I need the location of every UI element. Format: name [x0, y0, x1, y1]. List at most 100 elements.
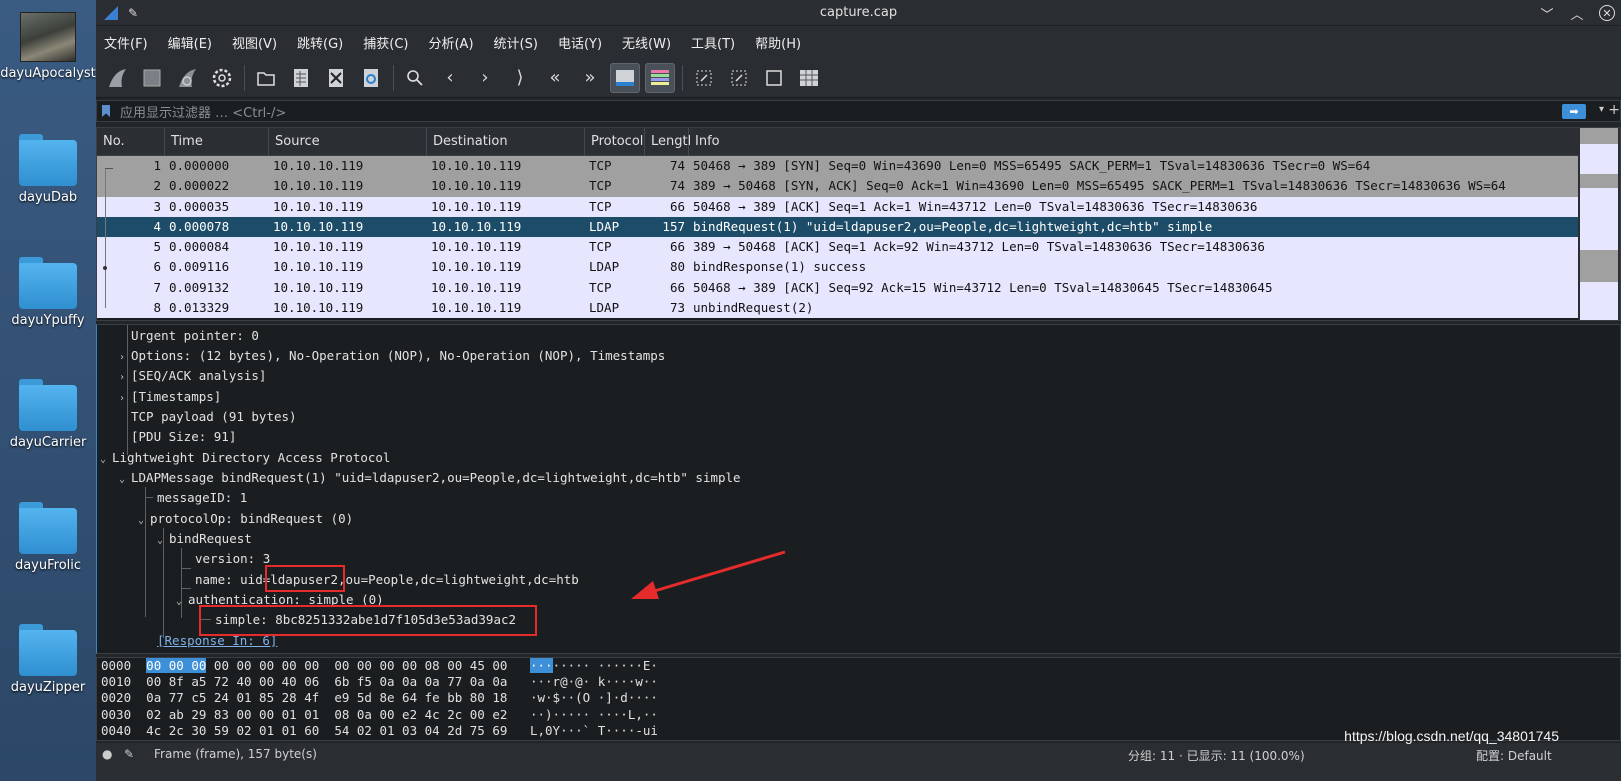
first-packet-icon[interactable]: «	[540, 63, 570, 93]
chevron-down-icon[interactable]: ▾	[1599, 104, 1604, 115]
tree-item-message-id[interactable]: messageID: 1	[145, 488, 247, 508]
arrow-right-icon[interactable]: ➡	[1562, 104, 1586, 119]
shark-fin-start-icon[interactable]	[102, 63, 132, 93]
autoscroll-icon[interactable]	[610, 62, 640, 93]
capture-comment-icon[interactable]: ✎	[124, 747, 134, 761]
status-profile[interactable]: 配置: Default	[1476, 747, 1552, 764]
menu-statistics[interactable]: 统计(S)	[494, 33, 538, 52]
tree-item-urgent-pointer[interactable]: Urgent pointer: 0	[119, 326, 259, 346]
menu-help[interactable]: 帮助(H)	[755, 33, 801, 52]
desktop-icon-label: dayuDab	[18, 190, 78, 205]
menu-analyze[interactable]: 分析(A)	[428, 33, 473, 52]
menu-wireless[interactable]: 无线(W)	[622, 33, 671, 52]
menu-view[interactable]: 视图(V)	[232, 33, 277, 52]
chevron-right-icon[interactable]: ›	[119, 389, 131, 409]
menu-file[interactable]: 文件(F)	[104, 33, 148, 52]
desktop-icon-dayudab[interactable]: dayuDab	[0, 134, 96, 205]
desktop-icon-dayufrolic[interactable]: dayuFrolic	[0, 502, 96, 573]
add-filter-button[interactable]: +	[1608, 102, 1620, 118]
packet-row[interactable]: 5 0.000084 10.10.10.119 10.10.10.119 TCP 66 38…	[97, 237, 1620, 258]
desktop-icon-dayucarrier[interactable]: dayuCarrier	[0, 379, 96, 450]
tree-item-tcp-payload[interactable]: TCP payload (91 bytes)	[119, 407, 297, 427]
byte-hex: 0a 77 c5 24 01 85 28 4f e9 5d 8e 64 fe b…	[146, 690, 508, 706]
zoom-in-icon[interactable]	[689, 63, 719, 93]
column-header-destination[interactable]: Destination	[427, 128, 585, 156]
tree-item-ldap-protocol[interactable]: ⌄ Lightweight Directory Access Protocol	[100, 448, 390, 468]
desktop-icon-dayuypuffy[interactable]: dayuYpuffy	[0, 257, 96, 328]
reload-file-icon[interactable]	[356, 63, 386, 93]
open-folder-icon[interactable]	[251, 63, 281, 93]
chevron-down-icon[interactable]: ⌄	[100, 450, 112, 470]
desktop-icon-dayuzipper[interactable]: dayuZipper	[0, 624, 96, 695]
tree-item-pdu-size[interactable]: [PDU Size: 91]	[119, 427, 236, 447]
tree-item-timestamps[interactable]: › [Timestamps]	[119, 387, 221, 407]
goto-arrow-icon[interactable]: ⟩	[505, 63, 535, 93]
chevron-down-icon[interactable]: ⌄	[157, 531, 169, 551]
last-packet-icon[interactable]: »	[575, 63, 605, 93]
column-header-source[interactable]: Source	[269, 128, 427, 156]
close-file-icon[interactable]	[321, 63, 351, 93]
byte-hex: 00 00 00 00 00 00 00 00 00 08 00 45 00	[206, 658, 508, 673]
search-icon[interactable]	[400, 63, 430, 93]
close-button[interactable]: ✕	[1599, 5, 1615, 21]
menu-tools[interactable]: 工具(T)	[691, 33, 735, 52]
expert-info-icon[interactable]: ●	[102, 747, 112, 761]
stop-square-icon[interactable]	[137, 63, 167, 93]
menu-edit[interactable]: 编辑(E)	[168, 33, 212, 52]
menu-bar: 文件(F) 编辑(E) 视图(V) 跳转(G) 捕获(C) 分析(A) 统计(S…	[96, 26, 1621, 58]
column-header-info[interactable]: Info	[689, 128, 1569, 156]
tree-item-tcp-options[interactable]: › Options: (12 bytes), No-Operation (NOP)…	[119, 346, 665, 366]
tree-item-ldap-message[interactable]: ⌄ LDAPMessage bindRequest(1) "uid=ldapuse…	[119, 468, 741, 488]
chevron-right-icon[interactable]: ›	[119, 348, 131, 368]
forward-arrow-icon[interactable]: ›	[470, 63, 500, 93]
gear-options-icon[interactable]	[207, 63, 237, 93]
column-header-length[interactable]: Lengtl	[645, 128, 691, 156]
maximize-button[interactable]: ︿	[1569, 5, 1585, 23]
restart-fin-icon[interactable]	[172, 63, 202, 93]
resize-columns-icon[interactable]	[794, 63, 824, 93]
tree-item-bind-name[interactable]: name: uid=ldapuser2,ou=People,dc=lightwe…	[183, 570, 579, 590]
column-header-protocol[interactable]: Protocol	[585, 128, 645, 156]
chevron-right-icon[interactable]: ›	[119, 368, 131, 388]
display-filter-input[interactable]: 应用显示过滤器 … <Ctrl-/>	[120, 102, 286, 121]
tree-item-seq-ack-analysis[interactable]: › [SEQ/ACK analysis]	[119, 366, 266, 386]
normal-size-icon[interactable]	[759, 63, 789, 93]
menu-go[interactable]: 跳转(G)	[297, 33, 343, 52]
column-header-time[interactable]: Time	[165, 128, 269, 156]
display-filter-bar[interactable]: 应用显示过滤器 … <Ctrl-/> ➡ ▾ +	[96, 100, 1621, 122]
tree-item-protocol-op[interactable]: ⌄ protocolOp: bindRequest (0)	[138, 509, 353, 529]
tree-item-version[interactable]: version: 3	[183, 549, 270, 569]
packet-row[interactable]: 4 0.000078 10.10.10.119 10.10.10.119 LDAP 157…	[97, 216, 1620, 238]
packet-row[interactable]: 3 0.000035 10.10.10.119 10.10.10.119 TCP 66 50…	[97, 196, 1620, 217]
tree-item-bind-request[interactable]: ⌄ bindRequest	[157, 529, 252, 549]
menu-telephony[interactable]: 电话(Y)	[558, 33, 602, 52]
chevron-down-icon[interactable]: ⌄	[176, 592, 188, 612]
byte-row[interactable]: 0020 0a 77 c5 24 01 85 28 4f e9 5d 8e 64…	[97, 690, 1620, 706]
byte-row[interactable]: 0010 00 8f a5 72 40 00 40 06 6b f5 0a 0a…	[97, 674, 1620, 690]
packet-row[interactable]: 1 0.000000 10.10.10.119 10.10.10.119 TCP 74 50…	[97, 156, 1620, 177]
menu-capture[interactable]: 捕获(C)	[363, 33, 408, 52]
byte-row[interactable]: 0030 02 ab 29 83 00 00 01 01 08 0a 00 e2…	[97, 707, 1620, 723]
cell-destination: 10.10.10.119	[431, 259, 522, 275]
cell-destination: 10.10.10.119	[431, 178, 522, 194]
packet-row[interactable]: 6 0.009116 10.10.10.119 10.10.10.119 LDAP 80 b…	[97, 257, 1620, 278]
packet-row[interactable]: 2 0.000022 10.10.10.119 10.10.10.119 TCP 74 38…	[97, 176, 1620, 197]
desktop-icon-dayuapocalyst[interactable]: dayuApocalyst	[0, 12, 96, 81]
byte-ascii: ·w·$··(O ·]·d····	[529, 690, 658, 706]
cell-time: 0.009116	[169, 259, 230, 275]
back-arrow-icon[interactable]: ‹	[435, 63, 465, 93]
chevron-down-icon[interactable]: ⌄	[138, 511, 150, 531]
byte-row[interactable]: 0000 00 00 00 00 00 00 00 00 00 00 00 00…	[97, 658, 1620, 674]
colorize-icon[interactable]	[645, 62, 675, 93]
pin-icon[interactable]: ✎	[128, 6, 138, 20]
file-grid-icon[interactable]	[286, 63, 316, 93]
packet-minimap-scrollbar[interactable]	[1578, 128, 1620, 320]
packet-row[interactable]: 7 0.009132 10.10.10.119 10.10.10.119 TCP 66 50…	[97, 277, 1620, 299]
cell-time: 0.000035	[169, 198, 230, 214]
column-header-no[interactable]: No.	[97, 128, 165, 156]
bookmark-icon[interactable]	[102, 105, 110, 117]
chevron-down-icon[interactable]: ⌄	[119, 470, 131, 490]
zoom-out-icon[interactable]	[724, 63, 754, 93]
packet-row[interactable]: 8 0.013329 10.10.10.119 10.10.10.119 LDAP 73 u…	[97, 298, 1620, 319]
minimize-button[interactable]: ﹀	[1539, 5, 1555, 23]
